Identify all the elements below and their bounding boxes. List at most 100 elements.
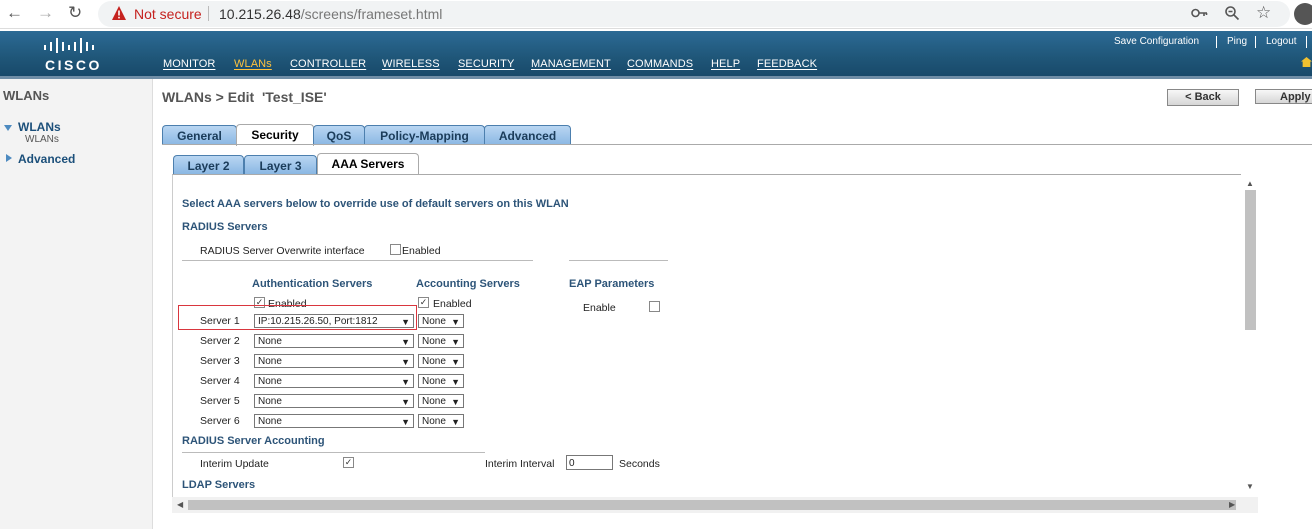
divider — [182, 260, 533, 261]
dropdown-arrow-icon: ▼ — [451, 417, 460, 427]
sidebar-title: WLANs — [3, 88, 50, 103]
sidebar-subitem-wlans[interactable]: WLANs — [25, 134, 59, 145]
server-1-acct-value: None — [422, 316, 446, 327]
server-4-auth-select[interactable]: None ▼ — [254, 374, 414, 388]
overwrite-interface-checkbox[interactable] — [390, 244, 401, 255]
server-3-auth-select[interactable]: None ▼ — [254, 354, 414, 368]
server-2-acct-select[interactable]: None ▼ — [418, 334, 464, 348]
forward-arrow-icon[interactable]: → — [37, 3, 54, 23]
zoom-icon[interactable] — [1224, 5, 1240, 21]
acct-enabled-label: Enabled — [433, 298, 472, 310]
radius-accounting-heading: RADIUS Server Accounting — [182, 435, 325, 447]
server-2-auth-select[interactable]: None ▼ — [254, 334, 414, 348]
sidebar-item-advanced[interactable]: Advanced — [18, 152, 75, 166]
server-6-auth-select[interactable]: None ▼ — [254, 414, 414, 428]
menu-controller[interactable]: CONTROLLER — [290, 58, 366, 70]
back-arrow-icon[interactable]: ← — [6, 3, 23, 23]
save-configuration-link[interactable]: Save Configuration — [1114, 36, 1199, 47]
key-icon[interactable] — [1191, 6, 1208, 20]
eap-enable-checkbox[interactable] — [649, 301, 660, 312]
menu-management[interactable]: MANAGEMENT — [531, 58, 611, 70]
scroll-right-icon[interactable]: ▶ — [1229, 500, 1235, 509]
server-5-auth-select[interactable]: None ▼ — [254, 394, 414, 408]
cisco-logo: CISCO — [42, 37, 104, 73]
interim-update-checkbox[interactable]: ✓ — [343, 457, 354, 468]
logout-link[interactable]: Logout — [1266, 36, 1297, 47]
top-link-separator — [1306, 36, 1307, 48]
warning-icon — [112, 6, 126, 20]
tab-general[interactable]: General — [162, 125, 237, 145]
url-path: /screens/frameset.html — [300, 6, 443, 22]
tab-advanced[interactable]: Advanced — [484, 125, 571, 145]
menu-wlans[interactable]: WLANs — [234, 58, 272, 70]
horizontal-scroll-thumb[interactable] — [188, 500, 1236, 510]
ping-link[interactable]: Ping — [1227, 36, 1247, 47]
server-5-auth-value: None — [258, 396, 282, 407]
menu-monitor[interactable]: MONITOR — [163, 58, 215, 70]
overwrite-enabled-label: Enabled — [402, 245, 441, 257]
sidebar: WLANs WLANs WLANs Advanced — [0, 79, 153, 529]
server-3-acct-select[interactable]: None ▼ — [418, 354, 464, 368]
server-5-acct-select[interactable]: None ▼ — [418, 394, 464, 408]
radius-servers-heading: RADIUS Servers — [182, 221, 268, 233]
header-bottom-bar — [0, 76, 1312, 79]
scroll-down-icon[interactable]: ▼ — [1246, 482, 1254, 491]
vertical-scroll-thumb[interactable] — [1245, 190, 1256, 330]
menu-wireless[interactable]: WIRELESS — [382, 58, 440, 70]
server-4-acct-select[interactable]: None ▼ — [418, 374, 464, 388]
dropdown-arrow-icon: ▼ — [401, 317, 410, 327]
acct-enabled-checkbox[interactable]: ✓ — [418, 297, 429, 308]
accounting-servers-heading: Accounting Servers — [416, 278, 520, 290]
server-1-acct-select[interactable]: None ▼ — [418, 314, 464, 328]
server-1-label: Server 1 — [200, 315, 240, 327]
server-2-label: Server 2 — [200, 335, 240, 347]
sidebar-item-wlans[interactable]: WLANs — [18, 120, 61, 134]
address-separator — [208, 6, 209, 21]
dropdown-arrow-icon: ▼ — [401, 397, 410, 407]
apply-button[interactable]: Apply — [1255, 89, 1312, 104]
server-5-acct-value: None — [422, 396, 446, 407]
back-button[interactable]: < Back — [1167, 89, 1239, 106]
server-1-auth-select[interactable]: IP:10.215.26.50, Port:1812 ▼ — [254, 314, 414, 328]
menu-help[interactable]: HELP — [711, 58, 740, 70]
expanded-triangle-icon[interactable] — [4, 125, 12, 131]
dropdown-arrow-icon: ▼ — [401, 357, 410, 367]
interim-interval-input[interactable]: 0 — [566, 455, 613, 470]
server-6-acct-select[interactable]: None ▼ — [418, 414, 464, 428]
tab-policy-mapping[interactable]: Policy-Mapping — [364, 125, 485, 145]
dropdown-arrow-icon: ▼ — [401, 337, 410, 347]
dropdown-arrow-icon: ▼ — [451, 397, 460, 407]
reload-icon[interactable]: ↻ — [68, 3, 82, 23]
server-3-auth-value: None — [258, 356, 282, 367]
subtab-aaa-servers[interactable]: AAA Servers — [317, 153, 419, 175]
url-text[interactable]: 10.215.26.48/screens/frameset.html — [219, 6, 442, 22]
server-1-auth-value: IP:10.215.26.50, Port:1812 — [258, 316, 378, 327]
collapsed-triangle-icon[interactable] — [6, 154, 12, 162]
server-3-label: Server 3 — [200, 355, 240, 367]
tab-qos[interactable]: QoS — [313, 125, 365, 145]
eap-parameters-heading: EAP Parameters — [569, 278, 655, 290]
interim-update-label: Interim Update — [200, 458, 269, 470]
home-icon[interactable] — [1301, 57, 1312, 67]
cisco-wordmark: CISCO — [45, 57, 102, 73]
interim-interval-label: Interim Interval — [485, 458, 555, 470]
scroll-left-icon[interactable]: ◀ — [177, 500, 183, 509]
top-link-separator — [1255, 36, 1256, 48]
eap-enable-label: Enable — [583, 302, 616, 314]
tab-security[interactable]: Security — [236, 124, 314, 146]
tab-underline — [162, 144, 1312, 145]
aaa-intro-text: Select AAA servers below to override use… — [182, 198, 569, 210]
menu-security[interactable]: SECURITY — [458, 58, 514, 70]
dropdown-arrow-icon: ▼ — [451, 357, 460, 367]
profile-avatar[interactable] — [1294, 3, 1312, 25]
dropdown-arrow-icon: ▼ — [451, 337, 460, 347]
menu-feedback[interactable]: FEEDBACK — [757, 58, 817, 70]
url-host: 10.215.26.48 — [219, 6, 301, 22]
subtab-layer-2[interactable]: Layer 2 — [173, 155, 244, 174]
browser-toolbar: ← → ↻ Not secure 10.215.26.48/screens/fr… — [0, 0, 1312, 29]
menu-commands[interactable]: COMMANDS — [627, 58, 693, 70]
subtab-layer-3[interactable]: Layer 3 — [244, 155, 317, 174]
security-label[interactable]: Not secure — [134, 6, 202, 22]
star-icon[interactable]: ☆ — [1256, 3, 1271, 23]
scroll-up-icon[interactable]: ▲ — [1246, 179, 1254, 188]
